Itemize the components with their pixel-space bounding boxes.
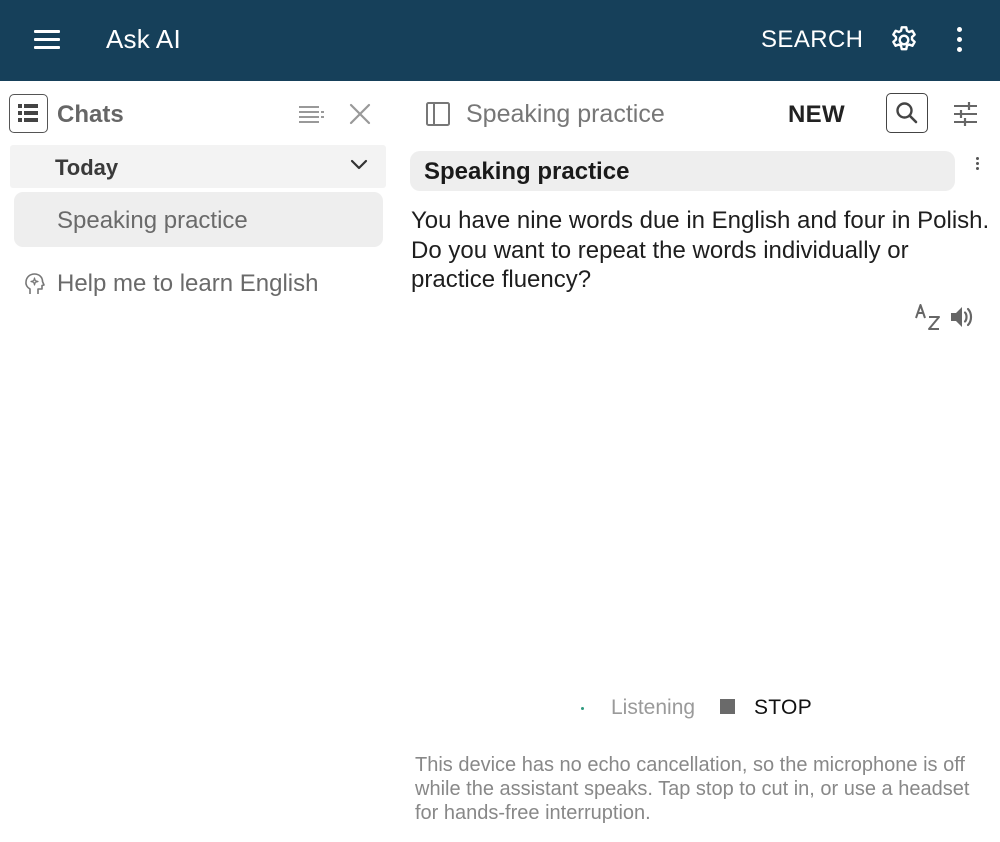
sidebar-item-label: Help me to learn English: [57, 270, 319, 297]
search-icon: [896, 102, 918, 124]
section-today-label: Today: [55, 155, 119, 180]
stop-button[interactable]: STOP: [718, 694, 818, 722]
stop-label: STOP: [754, 696, 812, 719]
sort-list-icon[interactable]: [298, 104, 326, 124]
chevron-down-icon: [350, 158, 368, 172]
listening-indicator-dot: [581, 707, 584, 710]
echo-notice: This device has no echo cancellation, so…: [415, 754, 970, 824]
menu-icon[interactable]: [34, 28, 62, 50]
message-header-label: Speaking practice: [424, 158, 630, 185]
sidebar-title: Chats: [57, 101, 124, 128]
message-header: Speaking practice: [410, 151, 955, 191]
sidebar-item-help-learn-english[interactable]: Help me to learn English: [24, 268, 364, 302]
translate-az-icon[interactable]: [914, 303, 942, 331]
tune-settings-icon[interactable]: [952, 101, 979, 127]
sidebar-item-speaking-practice[interactable]: Speaking practice: [14, 192, 383, 247]
search-chat-button[interactable]: [886, 93, 928, 133]
listening-status: Listening: [611, 696, 696, 719]
app-title: Ask AI: [106, 24, 181, 54]
chat-list-icon[interactable]: [9, 94, 48, 133]
stop-icon: [720, 699, 735, 714]
toggle-sidebar-icon[interactable]: [425, 101, 451, 127]
new-chat-button[interactable]: NEW: [788, 101, 845, 129]
gear-icon[interactable]: [888, 24, 920, 56]
section-today[interactable]: Today: [10, 145, 386, 188]
speaker-icon[interactable]: [949, 304, 975, 330]
brain-sparkle-icon: [24, 272, 46, 296]
close-icon[interactable]: [348, 102, 372, 126]
search-button[interactable]: SEARCH: [761, 26, 863, 54]
message-more-icon[interactable]: [974, 157, 982, 171]
app-bar: Ask AI SEARCH: [0, 0, 1000, 81]
more-vert-icon[interactable]: [954, 27, 966, 53]
chat-title: Speaking practice: [466, 100, 665, 128]
sidebar-item-label: Speaking practice: [57, 207, 248, 234]
message-body: You have nine words due in English and f…: [411, 207, 990, 293]
